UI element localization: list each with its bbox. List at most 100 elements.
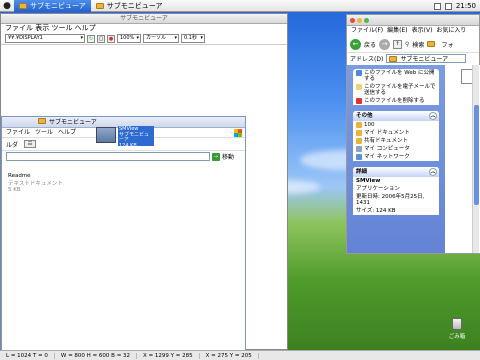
inner-menu-help[interactable]: ヘルプ [58,128,76,137]
trash-label: ごみ箱 [448,334,466,340]
explorer-titlebar [347,15,479,26]
folder-icon [19,2,27,9]
cursor-select[interactable]: カーソル [143,34,179,43]
monitor-icon[interactable] [433,2,441,10]
place-100[interactable]: 100 [353,121,439,129]
task-delete[interactable]: このファイルを削除する [353,97,439,105]
other-places-pane: その他 ︿ 100 マイ ドキュメント 共有ドキュメント マイ コンピュータ マ… [353,111,439,161]
place-my-computer[interactable]: マイ コンピュータ [353,145,439,153]
viewer-title: サブモニビューア [1,14,287,24]
details-header[interactable]: 詳細 ︿ [353,167,439,177]
display-select[interactable]: ¥¥.¥DISPLAY1 [5,34,85,43]
file-smview-selected[interactable]: SMView サブモニビューア 124 KB [118,126,154,148]
go-arrow-icon[interactable]: → [212,152,220,161]
menubar-window-label: サブモニビューア [106,1,163,10]
menu-file[interactable]: ファイル(F) [351,26,383,36]
folder-icon [389,55,398,62]
status-bar: L = 1024 T = 0 W = 800 H = 600 B = 32 X … [0,350,480,360]
web-icon [356,70,362,76]
place-label: マイ コンピュータ [364,146,410,152]
menu-edit[interactable]: 編集(E) [387,26,407,36]
apple-menu-icon[interactable]: ● [0,1,14,11]
search-icon[interactable]: ⚲ [405,41,409,48]
mail-icon [356,84,362,90]
inner-title-label: サブモニビューア [49,119,97,126]
menubar-app-item[interactable]: サブモニビューア [14,0,91,12]
pane-title: 詳細 [356,169,368,175]
explorer-menu: ファイル(F) 編集(E) 表示(V) お気に入り [347,26,479,36]
zoom-icon[interactable] [364,17,369,23]
status-size: W = 800 H = 600 B = 32 [55,352,138,359]
place-my-network[interactable]: マイ ネットワーク [353,153,439,161]
windows-logo-icon [234,129,242,137]
up-folder-icon[interactable]: ↑ [393,39,403,49]
inner-menu-file[interactable]: ファイル [6,128,30,137]
status-cursor-local: X = 275 Y = 205 [200,352,259,359]
menu-view[interactable]: 表示(V) [412,26,433,36]
place-label: マイ ドキュメント [364,130,410,136]
folder-icon [38,118,46,124]
task-email[interactable]: このファイルを電子メールで送信する [353,83,439,97]
file-type: サブモニビューア [119,131,150,143]
top-menubar: ● サブモニビューア サブモニビューア 21:50 [0,0,480,12]
viewer-toolbar: ¥¥.¥DISPLAY1 ↻ ▢ ● 100% カーソル 0.1秒 [1,33,287,45]
other-places-header[interactable]: その他 ︿ [353,111,439,121]
speaker-icon[interactable] [444,2,452,10]
scrollbar-thumb[interactable] [474,105,479,205]
viewer-menu[interactable]: ファイル 表示 ツール ヘルプ [1,24,287,33]
task-label: このファイルを削除する [364,98,425,104]
task-label: このファイルを電子メールで送信する [364,84,436,96]
inner-menu-tools[interactable]: ツール [35,128,53,137]
menu-favorites[interactable]: お気に入り [436,26,466,36]
details-size: サイズ: 124 KB [356,208,396,214]
minimize-icon[interactable] [357,17,362,23]
computer-icon [356,146,362,152]
chevron-up-icon[interactable]: ︿ [429,112,437,120]
task-publish-web[interactable]: このファイルを Web に公開する [353,69,439,83]
copy-icon[interactable]: ▢ [97,34,105,43]
inner-address-bar: → 移動 [2,151,245,162]
chevron-up-icon[interactable]: ︿ [429,168,437,176]
folder-icon [356,130,362,136]
folders-label[interactable]: フォ [441,40,453,49]
clock: 21:50 [455,2,476,10]
zoom-select[interactable]: 100% [117,34,141,43]
folder-icon[interactable] [427,41,436,47]
task-pane: このファイルを Web に公開する このファイルを電子メールで送信する このファ… [347,65,445,253]
details-pane: 詳細 ︿ SMView アプリケーション 更新日時: 2006年5月25日, 1… [353,167,439,215]
back-arrow-icon[interactable]: ← [350,38,361,50]
viewer-canvas: サブモニビューア ファイル ツール ヘルプ ルダ ☷ → 移動 Readme テ… [1,46,287,352]
address-field[interactable]: サブモニビューア [386,54,467,63]
inner-address-field[interactable] [6,152,210,161]
back-label[interactable]: 戻る [364,40,376,49]
pane-title: その他 [356,113,373,119]
place-my-documents[interactable]: マイ ドキュメント [353,129,439,137]
file-readme[interactable]: Readme テキストドキュメント 5 KB [8,173,63,193]
go-label[interactable]: 移動 [222,152,234,161]
refresh-icon[interactable]: ↻ [87,34,95,43]
file-size: 124 KB [119,142,137,149]
place-label: 100 [364,122,375,128]
menubar-window-item[interactable]: サブモニビューア [91,0,168,12]
status-cursor-screen: X = 1299 Y = 285 [137,352,200,359]
menubar-app-label: サブモニビューア [30,1,86,10]
menubar-status: 21:50 [433,0,476,12]
address-value: サブモニビューア [400,56,449,63]
explorer-address-bar: アドレス(D) サブモニビューア [347,53,479,64]
search-label[interactable]: 検索 [412,40,424,49]
record-icon[interactable]: ● [107,34,115,43]
forward-arrow-icon[interactable]: → [379,38,391,50]
trash[interactable]: ごみ箱 [446,318,468,340]
inner-folder-label[interactable]: ルダ [6,140,18,149]
view-menu-icon[interactable]: ☷ [24,140,37,148]
interval-select[interactable]: 0.1秒 [181,34,205,43]
place-shared-documents[interactable]: 共有ドキュメント [353,137,439,145]
status-position: L = 1024 T = 0 [0,352,55,359]
captured-explorer-window: サブモニビューア ファイル ツール ヘルプ ルダ ☷ → 移動 Readme テ… [1,116,246,352]
task-label: このファイルを Web に公開する [364,70,435,82]
app-thumbnail-icon[interactable] [96,127,116,143]
place-label: マイ ネットワーク [364,154,410,160]
vertical-scrollbar[interactable] [472,65,479,253]
details-name: SMView [356,178,381,184]
close-icon[interactable] [350,17,355,23]
